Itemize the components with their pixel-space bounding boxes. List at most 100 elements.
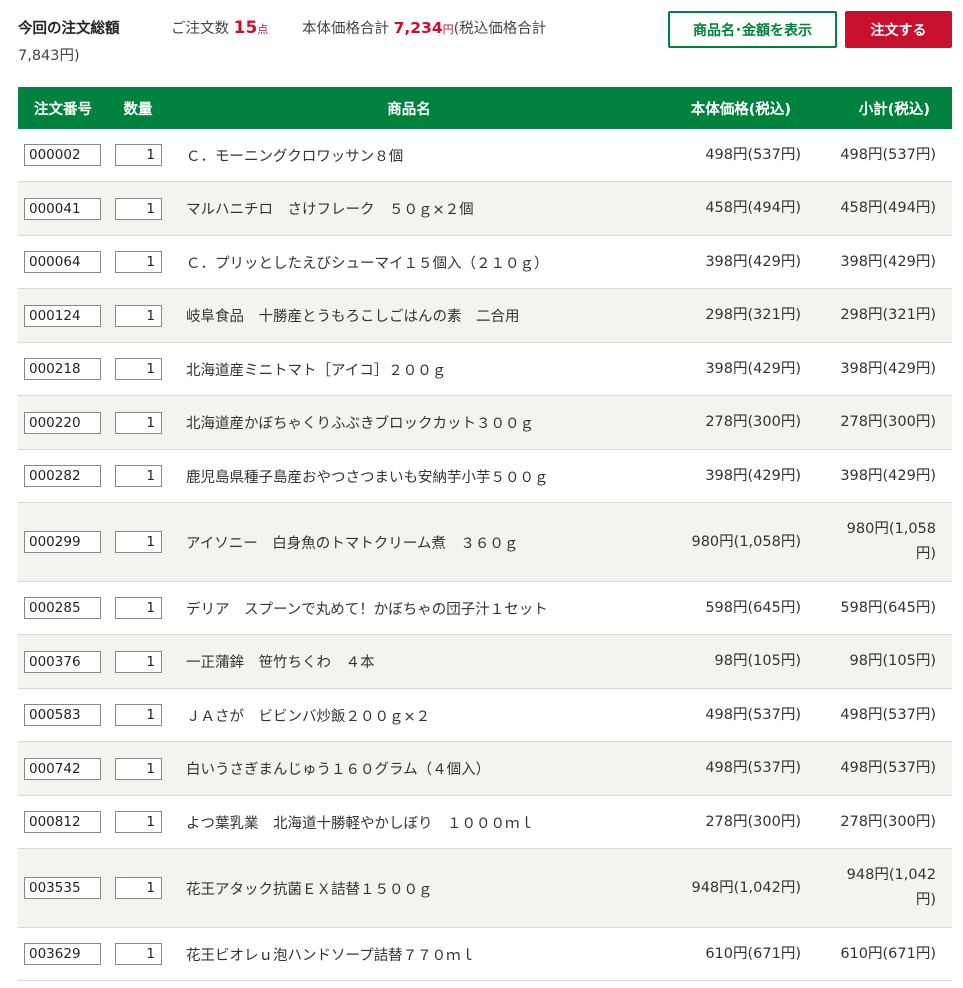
quantity-input[interactable] <box>115 197 162 220</box>
order-number-cell <box>18 943 108 965</box>
place-order-button[interactable]: 注文する <box>845 11 952 48</box>
order-count-label: ご注文数 <box>171 21 229 37</box>
table-body: Ｃ．モーニングクロワッサン８個 498円(537円) 498円(537円) マルハニチ… <box>18 129 952 981</box>
quantity-cell <box>108 358 168 380</box>
quantity-input[interactable] <box>115 144 162 166</box>
tax-total-prefix: (税込価格合計 <box>453 21 547 37</box>
order-number-cell <box>18 251 108 273</box>
subtotal: 398円(429円) <box>840 467 936 484</box>
product-name: 岐阜食品 十勝産とうもろこしごはんの素 二合用 <box>186 309 520 325</box>
table-row: 鹿児島県種子島産おやつさつまいも安納芋小芋５００ｇ 398円(429円) 398円(… <box>18 450 952 503</box>
table-row: 花王ビオレｕ泡ハンドソープ詰替７７０ｍｌ 610円(671円) 610円(671円) <box>18 928 952 981</box>
order-number-input[interactable] <box>24 304 101 327</box>
header-unit-price: 本体価格(税込) <box>690 101 791 118</box>
quantity-cell <box>108 304 168 327</box>
table-row: 北海道産ミニトマト［アイコ］２００ｇ 398円(429円) 398円(429円) <box>18 343 952 396</box>
product-name: 北海道産ミニトマト［アイコ］２００ｇ <box>186 362 447 379</box>
unit-price: 610円(671円) <box>705 945 801 962</box>
product-name: 北海道産かぼちゃくりふぶきブロックカット３００ｇ <box>186 416 534 432</box>
unit-price: 278円(300円) <box>705 813 801 830</box>
quantity-input[interactable] <box>115 877 162 899</box>
table-row: 一正蒲鉾 笹竹ちくわ ４本 98円(105円) 98円(105円) <box>18 635 952 689</box>
subtotal: 498円(537円) <box>840 760 936 776</box>
order-number-cell <box>18 411 108 434</box>
quantity-input[interactable] <box>115 597 162 619</box>
order-number-input[interactable] <box>24 811 101 833</box>
order-number-input[interactable] <box>24 943 101 965</box>
order-number-cell <box>18 197 108 220</box>
quantity-cell <box>108 811 168 833</box>
order-number-input[interactable] <box>24 465 101 487</box>
price-total: 本体価格合計 7,234円(税込価格合計 <box>302 17 546 38</box>
quantity-cell <box>108 597 168 619</box>
summary-title: 今回の注文総額 <box>18 21 120 37</box>
order-number-input[interactable] <box>24 144 101 166</box>
subtotal: 498円(537円) <box>840 146 936 163</box>
quantity-input[interactable] <box>115 411 162 434</box>
order-number-cell <box>18 597 108 619</box>
unit-price: 598円(645円) <box>705 599 801 616</box>
product-name: 花王アタック抗菌ＥＸ詰替１５００ｇ <box>186 881 433 898</box>
product-name: Ｃ．モーニングクロワッサン８個 <box>186 148 404 165</box>
order-number-input[interactable] <box>24 597 101 619</box>
order-number-cell <box>18 877 108 899</box>
header-quantity: 数量 <box>123 101 153 118</box>
quantity-input[interactable] <box>115 757 162 780</box>
quantity-input[interactable] <box>115 650 162 673</box>
table-row: Ｃ．モーニングクロワッサン８個 498円(537円) 498円(537円) <box>18 129 952 182</box>
order-number-cell <box>18 465 108 487</box>
tax-total-value: 7,843円) <box>18 48 80 64</box>
quantity-input[interactable] <box>115 304 162 327</box>
header-subtotal: 小計(税込) <box>858 101 930 118</box>
quantity-input[interactable] <box>115 811 162 833</box>
table-row: よつ葉乳業 北海道十勝軽やかしぼり １０００ｍｌ 278円(300円) 278円(3… <box>18 796 952 849</box>
order-number-cell <box>18 811 108 833</box>
quantity-cell <box>108 877 168 899</box>
order-count-unit: 点 <box>257 23 269 36</box>
subtotal: 398円(429円) <box>840 360 936 377</box>
quantity-input[interactable] <box>115 704 162 726</box>
quantity-cell <box>108 943 168 965</box>
quantity-input[interactable] <box>115 531 162 553</box>
unit-price: 458円(494円) <box>705 200 801 216</box>
order-table: 注文番号 数量 商品名 本体価格(税込) 小計(税込) Ｃ．モーニングクロワッサ… <box>18 87 952 981</box>
order-number-input[interactable] <box>24 704 101 726</box>
unit-price: 398円(429円) <box>705 360 801 377</box>
product-name: マルハニチロ さけフレーク ５０ｇ×２個 <box>186 202 474 218</box>
product-name: アイソニー 白身魚のトマトクリーム煮 ３６０ｇ <box>186 535 519 552</box>
quantity-input[interactable] <box>115 943 162 965</box>
unit-price: 498円(537円) <box>705 146 801 163</box>
quantity-cell <box>108 251 168 273</box>
order-number-input[interactable] <box>24 411 101 434</box>
table-row: Ｃ．プリッとしたえびシューマイ１５個入（２１０ｇ） 398円(429円) 398円(… <box>18 236 952 289</box>
order-number-input[interactable] <box>24 358 101 380</box>
unit-price: 980円(1,058円) <box>691 533 801 550</box>
table-row: ＪＡさが ビビンバ炒飯２００ｇ×２ 498円(537円) 498円(537円) <box>18 689 952 742</box>
order-number-input[interactable] <box>24 197 101 220</box>
subtotal: 498円(537円) <box>840 706 936 723</box>
product-name: 白いうさぎまんじゅう１６０グラム（４個入） <box>186 762 491 778</box>
product-name: 花王ビオレｕ泡ハンドソープ詰替７７０ｍｌ <box>186 947 476 964</box>
table-row: 岐阜食品 十勝産とうもろこしごはんの素 二合用 298円(321円) 298円(32… <box>18 289 952 343</box>
order-number-input[interactable] <box>24 877 101 899</box>
order-number-input[interactable] <box>24 251 101 273</box>
unit-price: 948円(1,042円) <box>691 879 801 896</box>
show-names-prices-button[interactable]: 商品名･金額を表示 <box>668 11 837 48</box>
product-name: 鹿児島県種子島産おやつさつまいも安納芋小芋５００ｇ <box>186 469 549 486</box>
quantity-input[interactable] <box>115 358 162 380</box>
order-number-cell <box>18 358 108 380</box>
quantity-input[interactable] <box>115 465 162 487</box>
order-number-cell <box>18 650 108 673</box>
order-summary: 今回の注文総額 ご注文数 15点 本体価格合計 7,234円(税込価格合計 7,… <box>0 0 963 87</box>
order-number-input[interactable] <box>24 650 101 673</box>
price-total-unit: 円 <box>442 23 454 36</box>
product-name: 一正蒲鉾 笹竹ちくわ ４本 <box>186 655 375 671</box>
header-order-number: 注文番号 <box>34 101 92 118</box>
order-number-input[interactable] <box>24 757 101 780</box>
quantity-input[interactable] <box>115 251 162 273</box>
order-number-input[interactable] <box>24 531 101 553</box>
order-number-cell <box>18 757 108 780</box>
price-total-value: 7,234 <box>393 19 443 37</box>
table-row: マルハニチロ さけフレーク ５０ｇ×２個 458円(494円) 458円(494円) <box>18 182 952 236</box>
unit-price: 398円(429円) <box>705 253 801 270</box>
